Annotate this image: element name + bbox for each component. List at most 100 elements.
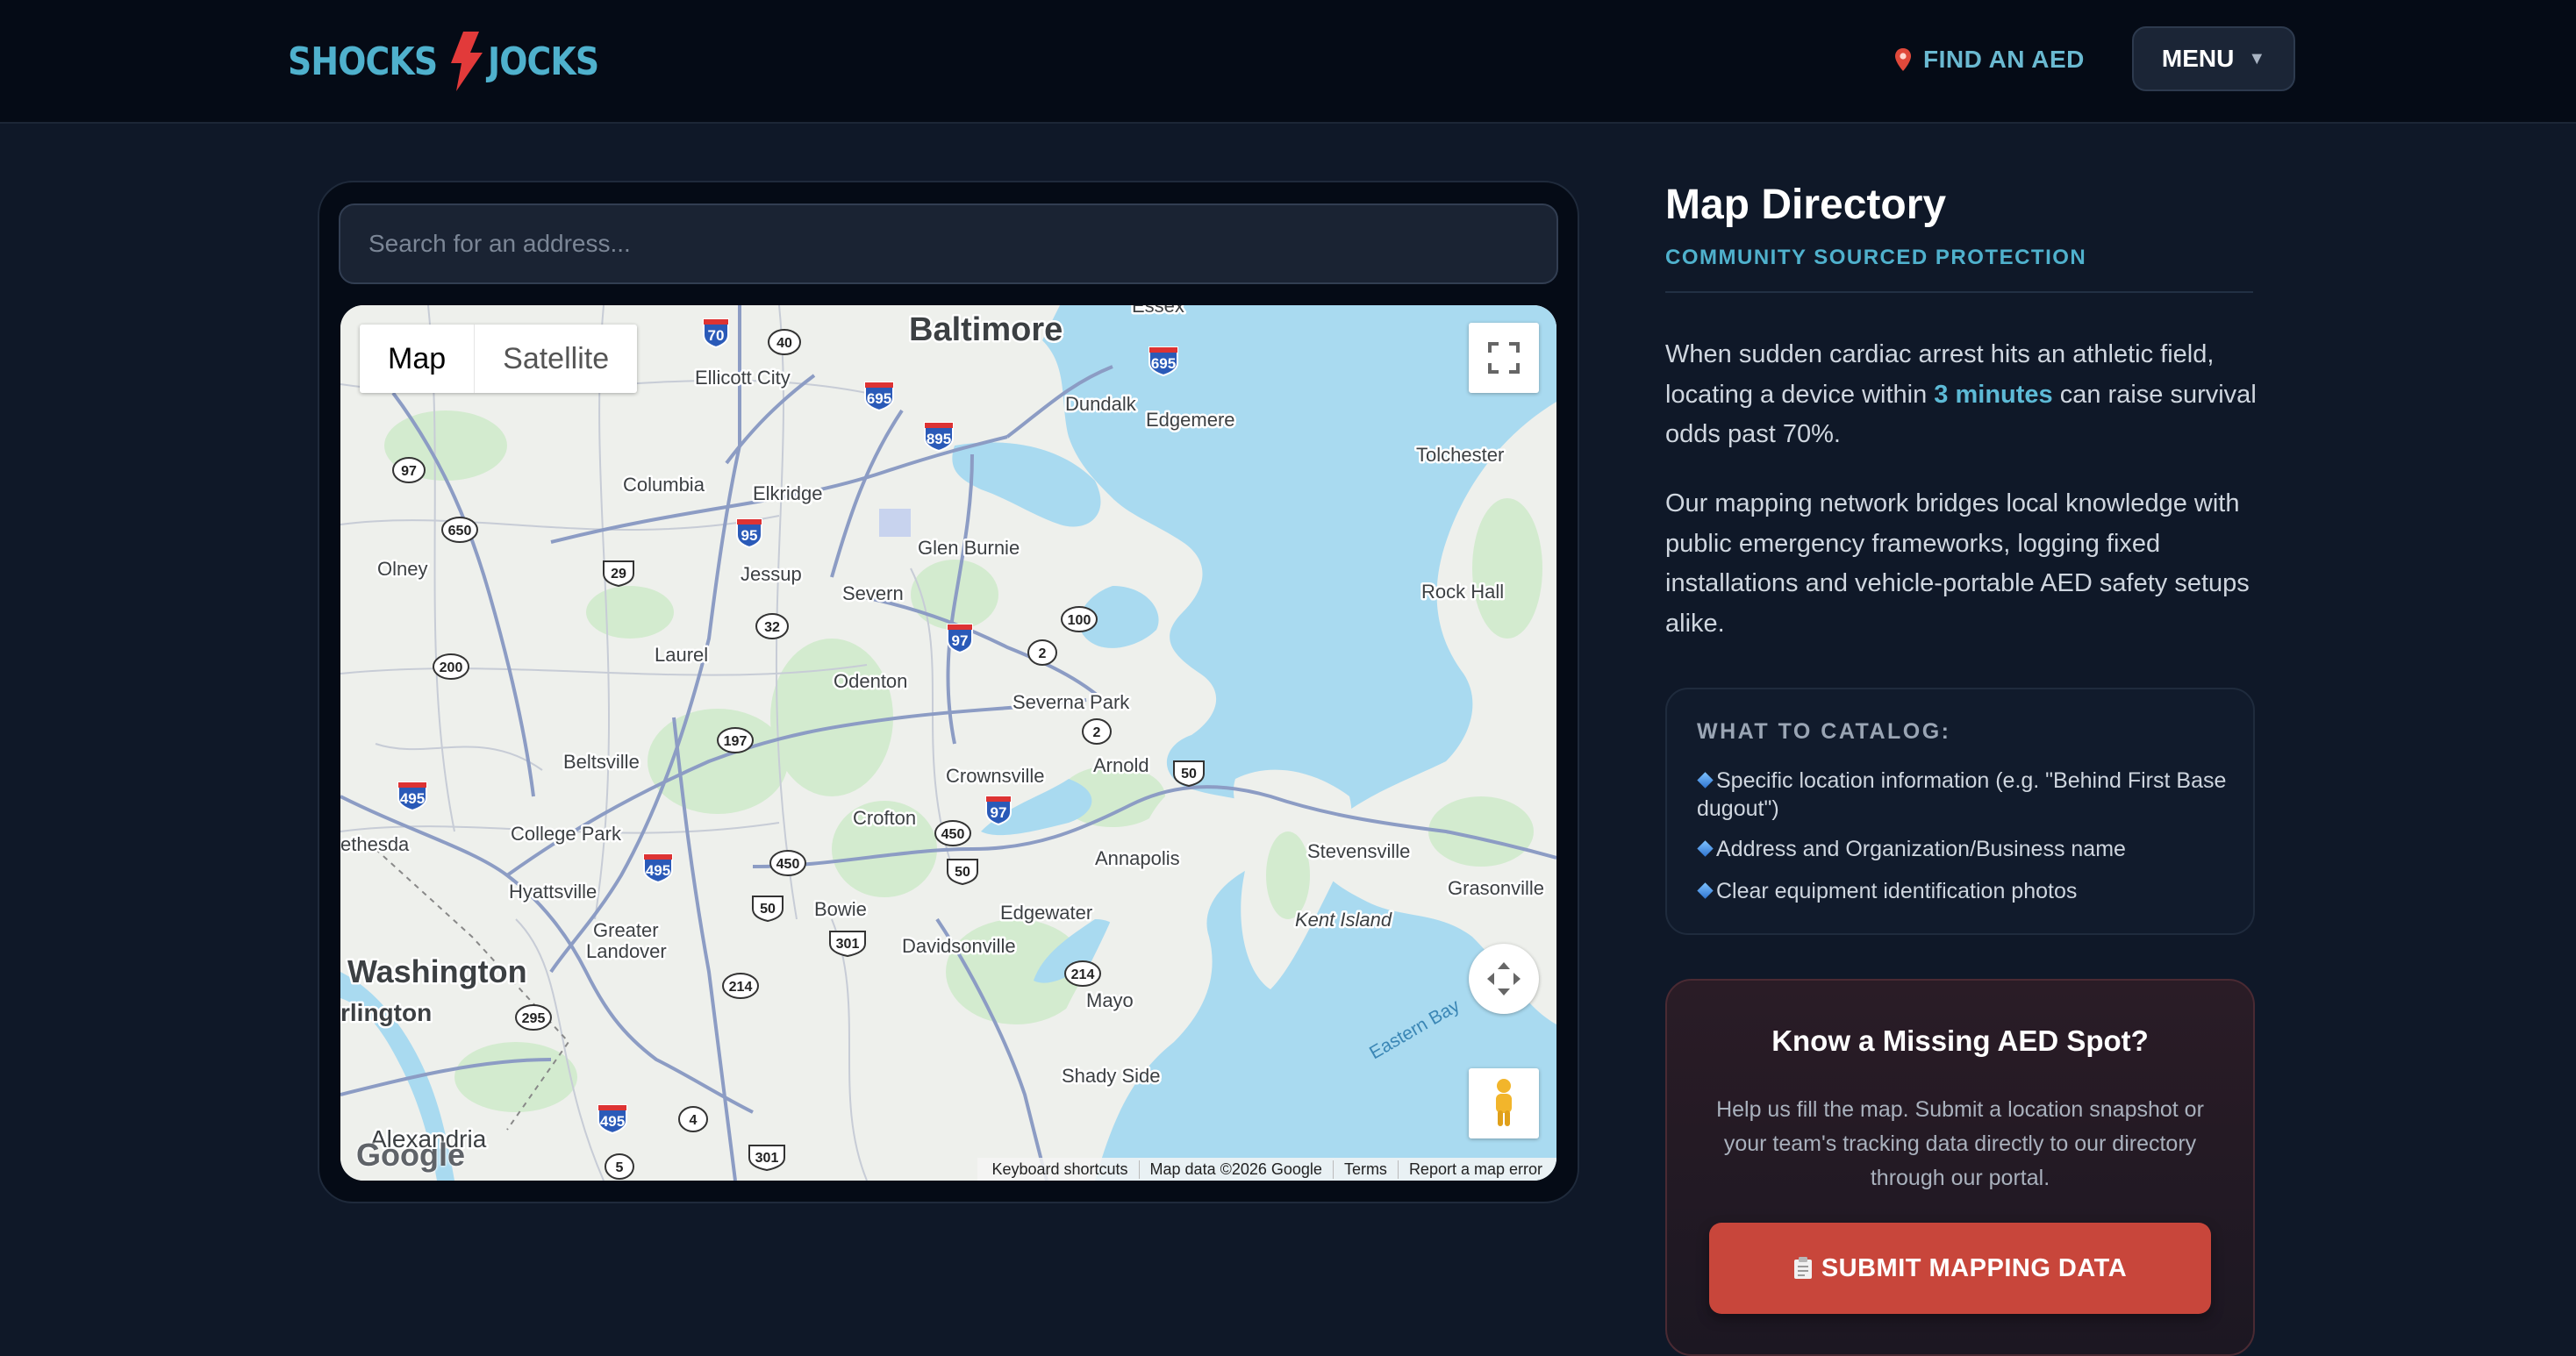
svg-text:495: 495 bbox=[400, 790, 425, 807]
fullscreen-icon bbox=[1488, 342, 1520, 374]
interstate-shield-495c: 495 bbox=[597, 1104, 627, 1135]
map-attribution-bar: Keyboard shortcuts Map data ©2026 Google… bbox=[977, 1158, 1556, 1181]
fullscreen-button[interactable] bbox=[1469, 323, 1539, 393]
catalog-list-item: Address and Organization/Business name bbox=[1697, 835, 2232, 863]
diamond-bullet-icon bbox=[1697, 882, 1714, 899]
svg-text:197: 197 bbox=[724, 734, 748, 749]
map-label-crownsville: Crownsville bbox=[946, 765, 1044, 787]
route-shield-50b: 50 bbox=[947, 859, 978, 886]
logo-text-jocks: JOCKS bbox=[488, 39, 599, 84]
route-shield-214b: 214 bbox=[722, 973, 759, 999]
map-pin-icon bbox=[1895, 48, 1911, 71]
svg-text:97: 97 bbox=[952, 632, 969, 649]
page-subtitle: COMMUNITY SOURCED PROTECTION bbox=[1665, 246, 2087, 269]
interstate-shield-95: 95 bbox=[736, 518, 762, 549]
intro-paragraph: When sudden cardiac arrest hits an athle… bbox=[1665, 335, 2262, 455]
svg-text:2: 2 bbox=[1039, 646, 1047, 661]
map-type-satellite-button[interactable]: Satellite bbox=[475, 325, 637, 393]
interstate-shield-695b: 695 bbox=[1148, 346, 1178, 377]
terms-link[interactable]: Terms bbox=[1332, 1160, 1398, 1179]
map-type-map-button[interactable]: Map bbox=[360, 325, 476, 393]
keyboard-shortcuts-link[interactable]: Keyboard shortcuts bbox=[981, 1160, 1138, 1179]
map-label-laurel: Laurel bbox=[655, 644, 708, 666]
map-label-edgemere: Edgemere bbox=[1146, 409, 1235, 431]
pan-arrows-icon bbox=[1487, 962, 1521, 996]
catalog-item-text: Clear equipment identification photos bbox=[1716, 879, 2078, 903]
report-map-error-link[interactable]: Report a map error bbox=[1397, 1160, 1553, 1179]
svg-text:32: 32 bbox=[764, 620, 780, 635]
pan-control-button[interactable] bbox=[1469, 944, 1539, 1014]
map-label-grasonville: Grasonville bbox=[1448, 877, 1544, 899]
map-label-kent-island: Kent Island bbox=[1295, 909, 1392, 931]
submit-cta-card: Know a Missing AED Spot? Help us fill th… bbox=[1665, 979, 2255, 1356]
map-label-jessup: Jessup bbox=[741, 563, 802, 585]
map-label-dundalk: Dundalk bbox=[1065, 393, 1137, 415]
map-label-arlington: rlington bbox=[340, 999, 432, 1026]
route-shield-2a: 2 bbox=[1027, 639, 1057, 666]
catalog-item-text: Specific location information (e.g. "Beh… bbox=[1697, 768, 2227, 821]
google-map[interactable]: Baltimore Essex Ellicott City Dundalk Ed… bbox=[340, 305, 1556, 1181]
route-shield-301a: 301 bbox=[829, 931, 866, 958]
svg-text:97: 97 bbox=[401, 464, 417, 479]
route-shield-50a: 50 bbox=[1173, 760, 1205, 788]
map-label-baltimore: Baltimore bbox=[909, 311, 1063, 348]
map-label-annapolis: Annapolis bbox=[1095, 847, 1180, 869]
street-view-pegman-button[interactable] bbox=[1469, 1068, 1539, 1138]
map-label-olney: Olney bbox=[377, 558, 427, 580]
route-shield-197: 197 bbox=[717, 727, 754, 753]
svg-text:29: 29 bbox=[611, 567, 626, 582]
svg-text:97: 97 bbox=[991, 804, 1007, 821]
route-shield-4: 4 bbox=[678, 1106, 708, 1132]
map-label-bowie: Bowie bbox=[814, 898, 867, 920]
route-shield-2b: 2 bbox=[1082, 718, 1112, 745]
route-shield-40: 40 bbox=[768, 329, 801, 355]
svg-text:2: 2 bbox=[1093, 725, 1101, 740]
map-label-columbia: Columbia bbox=[623, 474, 705, 496]
svg-text:214: 214 bbox=[729, 980, 753, 995]
svg-text:301: 301 bbox=[836, 937, 860, 952]
svg-text:895: 895 bbox=[927, 431, 951, 447]
route-shield-301b: 301 bbox=[748, 1145, 785, 1172]
svg-text:495: 495 bbox=[600, 1113, 625, 1130]
map-canvas[interactable]: Baltimore Essex Ellicott City Dundalk Ed… bbox=[340, 305, 1556, 1181]
map-label-stevensville: Stevensville bbox=[1307, 840, 1410, 862]
svg-text:214: 214 bbox=[1071, 967, 1095, 982]
diamond-bullet-icon bbox=[1697, 772, 1714, 789]
map-label-rock-hall: Rock Hall bbox=[1421, 581, 1504, 603]
interstate-shield-70: 70 bbox=[703, 318, 729, 349]
svg-text:301: 301 bbox=[755, 1151, 779, 1166]
submit-mapping-data-button[interactable]: SUBMIT MAPPING DATA bbox=[1709, 1223, 2211, 1314]
map-label-elkridge: Elkridge bbox=[753, 482, 822, 504]
catalog-item-text: Address and Organization/Business name bbox=[1716, 837, 2126, 861]
catalog-card: WHAT TO CATALOG: Specific location infor… bbox=[1665, 688, 2255, 935]
route-shield-100: 100 bbox=[1061, 606, 1098, 632]
svg-text:70: 70 bbox=[708, 327, 725, 344]
map-data-notice: Map data ©2026 Google bbox=[1138, 1160, 1333, 1179]
map-label-severn: Severn bbox=[842, 582, 904, 604]
map-label-mayo: Mayo bbox=[1086, 989, 1134, 1011]
cta-description: Help us fill the map. Submit a location … bbox=[1716, 1097, 2204, 1190]
google-logo: Google bbox=[356, 1137, 465, 1173]
menu-button[interactable]: MENU ▼ bbox=[2132, 26, 2295, 91]
map-label-essex: Essex bbox=[1132, 305, 1184, 317]
pegman-icon bbox=[1496, 1079, 1512, 1126]
address-search-input[interactable] bbox=[339, 203, 1558, 284]
map-label-glen-burnie: Glen Burnie bbox=[918, 537, 1020, 559]
svg-text:450: 450 bbox=[941, 827, 965, 842]
svg-text:495: 495 bbox=[646, 862, 670, 879]
svg-text:50: 50 bbox=[955, 865, 970, 880]
route-shield-450b: 450 bbox=[769, 850, 806, 876]
divider bbox=[1665, 291, 2253, 293]
map-label-ellicott-city: Ellicott City bbox=[695, 367, 791, 389]
route-shield-5: 5 bbox=[605, 1153, 634, 1180]
svg-text:4: 4 bbox=[690, 1113, 698, 1128]
interstate-shield-895: 895 bbox=[924, 422, 954, 453]
site-logo[interactable]: SHOCKS JOCKS bbox=[288, 26, 617, 96]
interstate-shield-495b: 495 bbox=[643, 853, 673, 884]
interstate-shield-97c: 97 bbox=[985, 796, 1012, 826]
find-aed-link[interactable]: FIND AN AED bbox=[1893, 42, 2085, 77]
map-label-severna-park: Severna Park bbox=[1013, 691, 1130, 713]
map-label-beltsville: Beltsville bbox=[563, 751, 640, 773]
svg-text:295: 295 bbox=[522, 1011, 546, 1026]
map-label-shady-side: Shady Side bbox=[1062, 1065, 1161, 1087]
